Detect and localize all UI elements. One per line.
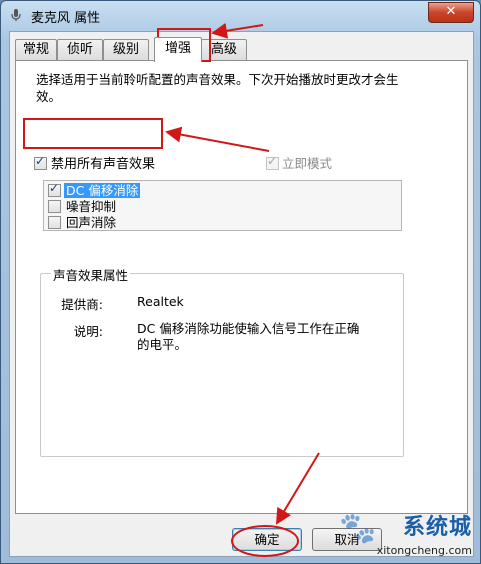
disable-all-effects-label: 禁用所有声音效果 (51, 157, 156, 172)
microphone-icon (11, 9, 21, 21)
effect-noise-suppression[interactable]: 噪音抑制 (48, 199, 118, 215)
dialog-window: 麦克风 属性 ✕ 常规 侦听 级别 增强 高级 选择适用于当前聆听配置的声音效果… (0, 0, 481, 564)
effect-echo-cancellation[interactable]: 回声消除 (48, 215, 118, 231)
description-value: DC 偏移消除功能使输入信号工作在正确的电平。 (137, 321, 360, 352)
provider-value: Realtek (137, 294, 184, 309)
watermark-url: xitongcheng.com (376, 544, 472, 557)
effects-list[interactable]: ✓ DC 偏移消除 噪音抑制 回声消除 (43, 180, 402, 231)
checkbox-unchecked-icon[interactable] (48, 216, 61, 229)
dialog-body: 常规 侦听 级别 增强 高级 选择适用于当前聆听配置的声音效果。下次开始播放时更… (9, 31, 474, 557)
tab-enhancements[interactable]: 增强 (154, 37, 202, 62)
enhancements-description: 选择适用于当前聆听配置的声音效果。下次开始播放时更改才会生效。 (36, 72, 399, 104)
highlight-box-disable-all (23, 118, 163, 149)
window-title: 麦克风 属性 (31, 11, 101, 26)
checkbox-checked-icon[interactable]: ✓ (48, 181, 61, 197)
close-button[interactable]: ✕ (428, 2, 474, 23)
effect-properties-group: 声音效果属性 提供商: Realtek 说明: DC 偏移消除功能使输入信号工作… (40, 265, 404, 457)
checkbox-checked-icon[interactable]: ✓ (34, 154, 47, 170)
immediate-mode-checkbox: ✓ 立即模式 (266, 153, 332, 172)
watermark: 🐾 系统城 xitongcheng.com (339, 509, 474, 559)
close-icon: ✕ (445, 4, 457, 19)
provider-label: 提供商: (61, 297, 103, 312)
description-label: 说明: (73, 324, 103, 339)
tab-general[interactable]: 常规 (15, 39, 57, 60)
effect-dc-offset[interactable]: ✓ DC 偏移消除 (48, 181, 141, 199)
paw-icon: 🐾 (339, 511, 377, 546)
immediate-mode-label: 立即模式 (282, 156, 333, 171)
title-bar[interactable]: 麦克风 属性 ✕ (1, 1, 480, 29)
tab-levels[interactable]: 级别 (103, 39, 149, 60)
tab-listen[interactable]: 侦听 (57, 39, 103, 60)
disable-all-effects-checkbox[interactable]: ✓ 禁用所有声音效果 (34, 153, 155, 172)
highlight-ellipse-ok (231, 525, 299, 557)
checkbox-unchecked-icon[interactable] (48, 200, 61, 213)
checkbox-checked-disabled-icon: ✓ (266, 154, 279, 170)
group-title: 声音效果属性 (51, 265, 131, 284)
watermark-logo: 系统城 (402, 515, 472, 540)
